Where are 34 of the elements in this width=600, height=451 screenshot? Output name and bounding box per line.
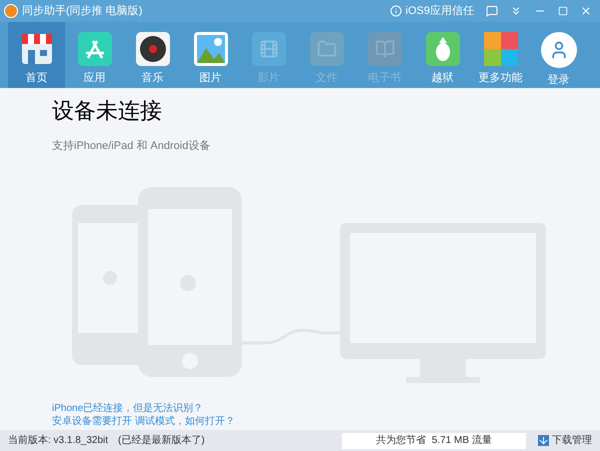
colored-tiles-icon [484, 32, 518, 66]
app-logo-icon [4, 4, 18, 18]
version-text: 当前版本: v3.1.8_32bit [8, 434, 108, 448]
book-icon [368, 32, 402, 66]
toolbar-tab[interactable]: 登录 [530, 22, 587, 88]
close-icon[interactable] [580, 5, 592, 17]
help-link[interactable]: 安卓设备需要打开 调试模式，如何打开？ [52, 415, 600, 428]
trust-link[interactable]: iOS9应用信任 [406, 2, 474, 20]
toolbar-tab[interactable]: 首页 [8, 22, 65, 88]
app-store-icon [78, 32, 112, 66]
savings-field: 共为您节省 5.71 MB 流量 [342, 432, 526, 448]
toolbar-tab[interactable]: 越狱 [414, 22, 471, 88]
pineapple-icon [426, 32, 460, 66]
picture-icon [194, 32, 228, 66]
toolbar-tab[interactable]: 更多功能 [472, 22, 529, 88]
user-avatar-icon [540, 32, 576, 68]
window-title: 同步助手(同步推 电脑版) [22, 4, 142, 19]
download-manager-link[interactable]: 下载管理 [552, 433, 592, 448]
film-icon [252, 32, 286, 66]
toolbar-tab[interactable]: 音乐 [124, 22, 181, 88]
page-title: 设备未连接 [52, 97, 163, 125]
info-icon [390, 5, 402, 17]
download-arrow-icon[interactable] [510, 5, 522, 17]
storefront-icon [20, 32, 54, 66]
toolbar-tab[interactable]: 图片 [182, 22, 239, 88]
maximize-icon[interactable] [558, 6, 568, 16]
toolbar-tab[interactable]: 应用 [66, 22, 123, 88]
feedback-icon[interactable] [486, 5, 498, 17]
folder-icon [310, 32, 344, 66]
vinyl-record-icon [136, 32, 170, 66]
support-text: 支持iPhone/iPad 和 Android设备 [52, 139, 212, 154]
version-note: (已经是最新版本了) [118, 434, 205, 448]
help-link[interactable]: iPhone已经连接，但是无法识别？ [52, 402, 600, 415]
download-icon [538, 435, 549, 446]
